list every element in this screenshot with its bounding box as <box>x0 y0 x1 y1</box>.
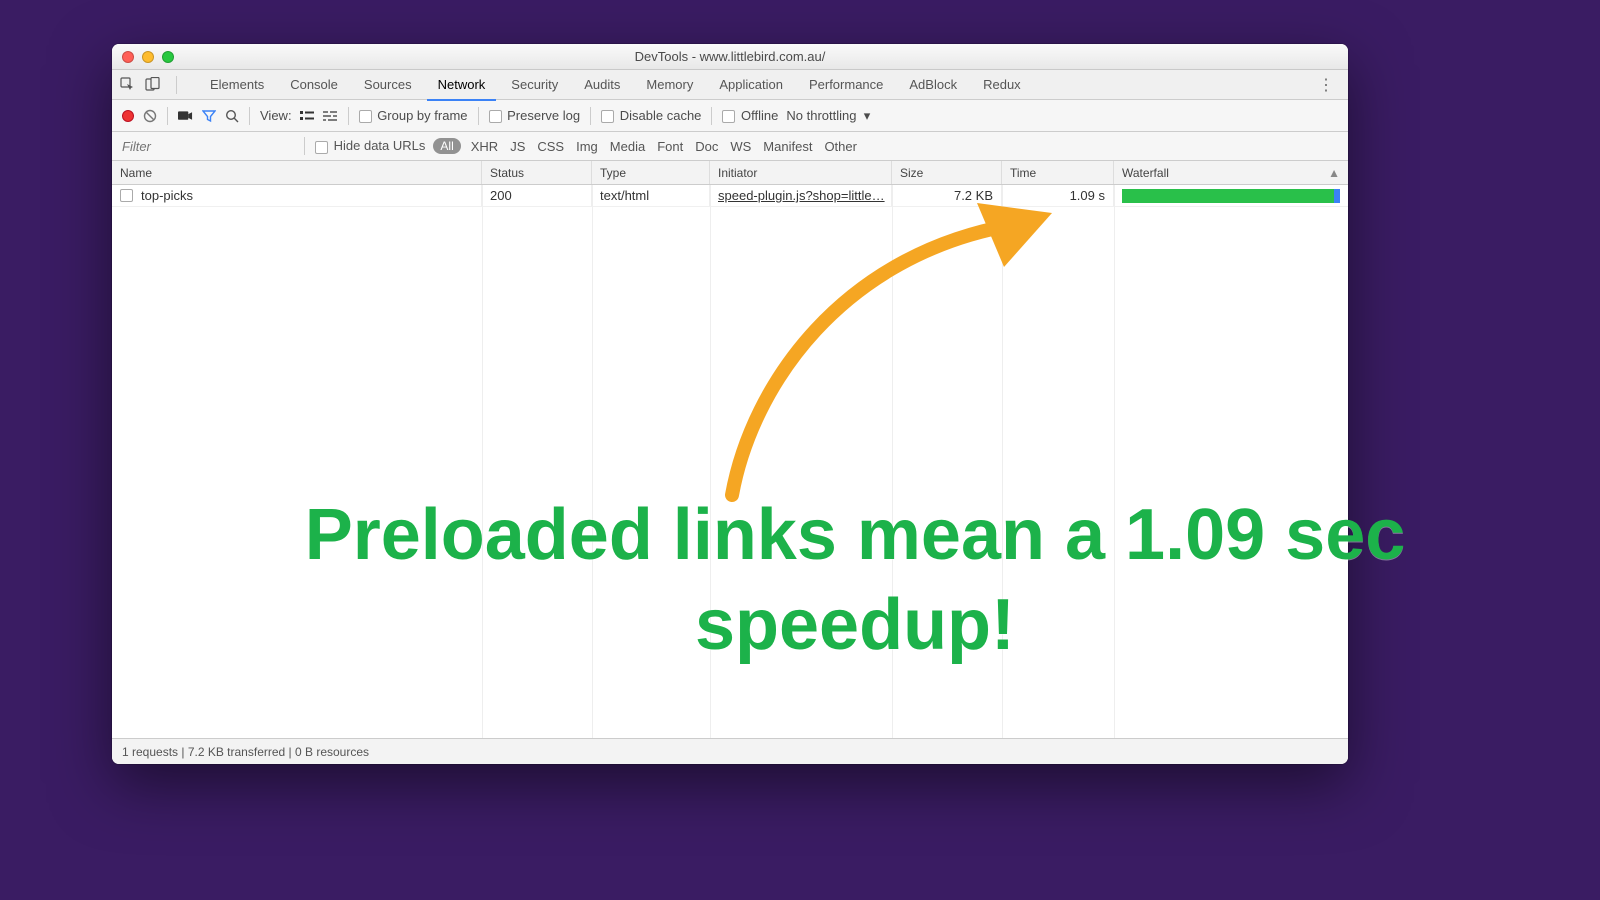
tab-audits[interactable]: Audits <box>571 70 633 100</box>
network-toolbar: View: Group by frame Preserve log Disabl… <box>112 100 1348 132</box>
zoom-window-icon[interactable] <box>162 51 174 63</box>
filter-type-xhr[interactable]: XHR <box>471 139 498 154</box>
filter-type-js[interactable]: JS <box>510 139 525 154</box>
initiator-link[interactable]: speed-plugin.js?shop=little… <box>718 188 885 203</box>
tab-application[interactable]: Application <box>706 70 796 100</box>
camera-icon[interactable] <box>178 108 193 123</box>
table-row[interactable]: top-picks 200 text/html speed-plugin.js?… <box>112 185 1348 207</box>
checkbox-icon[interactable] <box>489 110 502 123</box>
tab-network[interactable]: Network <box>425 70 499 100</box>
tab-elements[interactable]: Elements <box>197 70 277 100</box>
titlebar: DevTools - www.littlebird.com.au/ <box>112 44 1348 70</box>
search-icon[interactable] <box>224 108 239 123</box>
throttling-select[interactable]: No throttling ▾ <box>786 108 870 124</box>
file-icon <box>120 189 133 202</box>
checkbox-icon[interactable] <box>722 110 735 123</box>
col-name[interactable]: Name <box>112 161 482 184</box>
filter-type-manifest[interactable]: Manifest <box>763 139 812 154</box>
tab-security[interactable]: Security <box>498 70 571 100</box>
filter-type-other[interactable]: Other <box>824 139 857 154</box>
cell-name: top-picks <box>112 185 482 206</box>
window-controls <box>122 51 174 63</box>
col-size[interactable]: Size <box>892 161 1002 184</box>
checkbox-icon[interactable] <box>315 141 328 154</box>
disable-cache-toggle[interactable]: Disable cache <box>601 108 701 123</box>
filter-type-all[interactable]: All <box>433 138 460 154</box>
col-type[interactable]: Type <box>592 161 710 184</box>
filter-type-img[interactable]: Img <box>576 139 598 154</box>
filter-type-media[interactable]: Media <box>610 139 645 154</box>
tab-performance[interactable]: Performance <box>796 70 896 100</box>
group-by-frame-toggle[interactable]: Group by frame <box>359 108 468 123</box>
cell-initiator: speed-plugin.js?shop=little… <box>710 185 892 206</box>
tab-sources[interactable]: Sources <box>351 70 425 100</box>
cell-size: 7.2 KB <box>892 185 1002 206</box>
cell-status: 200 <box>482 185 592 206</box>
inspect-element-icon[interactable] <box>120 77 135 92</box>
view-label: View: <box>260 108 292 123</box>
minimize-window-icon[interactable] <box>142 51 154 63</box>
col-initiator[interactable]: Initiator <box>710 161 892 184</box>
close-window-icon[interactable] <box>122 51 134 63</box>
filter-input[interactable] <box>112 133 302 160</box>
cell-time: 1.09 s <box>1002 185 1114 206</box>
window-title: DevTools - www.littlebird.com.au/ <box>112 49 1348 64</box>
filter-type-css[interactable]: CSS <box>537 139 564 154</box>
clear-icon[interactable] <box>142 108 157 123</box>
col-time[interactable]: Time <box>1002 161 1114 184</box>
device-toolbar-icon[interactable] <box>145 77 160 92</box>
record-button[interactable] <box>122 110 134 122</box>
checkbox-icon[interactable] <box>359 110 372 123</box>
cell-type: text/html <box>592 185 710 206</box>
cell-waterfall <box>1114 185 1348 206</box>
status-bar: 1 requests | 7.2 KB transferred | 0 B re… <box>112 738 1348 764</box>
tab-adblock[interactable]: AdBlock <box>896 70 970 100</box>
waterfall-bar <box>1122 189 1340 203</box>
checkbox-icon[interactable] <box>601 110 614 123</box>
view-large-icon[interactable] <box>300 108 315 123</box>
annotation-text: Preloaded links mean a 1.09 sec speedup! <box>230 490 1480 670</box>
tab-redux[interactable]: Redux <box>970 70 1034 100</box>
offline-toggle[interactable]: Offline <box>722 108 778 123</box>
sort-indicator-icon: ▲ <box>1328 166 1340 180</box>
filter-type-ws[interactable]: WS <box>730 139 751 154</box>
tab-console[interactable]: Console <box>277 70 351 100</box>
filter-icon[interactable] <box>201 108 216 123</box>
col-status[interactable]: Status <box>482 161 592 184</box>
filter-type-font[interactable]: Font <box>657 139 683 154</box>
more-menu-icon[interactable]: ⋮ <box>1312 75 1340 95</box>
tab-memory[interactable]: Memory <box>633 70 706 100</box>
preserve-log-toggle[interactable]: Preserve log <box>489 108 581 123</box>
filter-type-doc[interactable]: Doc <box>695 139 718 154</box>
table-header: Name Status Type Initiator Size Time Wat… <box>112 161 1348 185</box>
filter-bar: Hide data URLs All XHR JS CSS Img Media … <box>112 132 1348 161</box>
panel-tabs: Elements Console Sources Network Securit… <box>112 70 1348 100</box>
col-waterfall[interactable]: Waterfall▲ <box>1114 161 1348 184</box>
view-small-icon[interactable] <box>323 108 338 123</box>
hide-data-urls-toggle[interactable]: Hide data URLs <box>315 138 425 153</box>
